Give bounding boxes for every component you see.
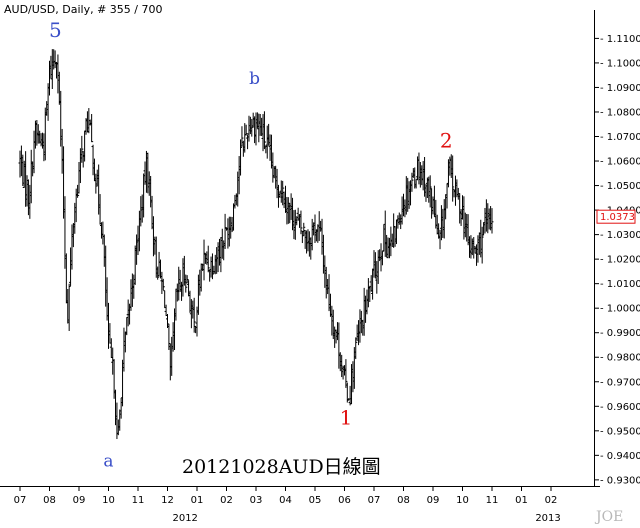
x-tick-label: 09 <box>427 495 440 506</box>
y-axis: - 1.1100 - 1.1000 - 1.0900 - 1.0800 - 1.0700… <box>594 34 640 486</box>
y-tick-label: - 1.0000 <box>600 304 640 315</box>
chart-annotation: 20121028AUD日線圖 <box>182 456 381 478</box>
y-tick-label: - 1.0800 <box>600 107 640 118</box>
chart-canvas: - 1.1100 - 1.1000 - 1.0900 - 1.0800 - 1.0700… <box>0 3 640 525</box>
y-tick-label: - 1.0100 <box>600 279 640 290</box>
x-tick-label: 05 <box>309 495 322 506</box>
x-tick-label: 09 <box>73 495 86 506</box>
period-info: , Daily, # 355 / 700 <box>55 3 162 16</box>
x-tick-label: 02 <box>220 495 233 506</box>
x-tick-label: 08 <box>43 495 56 506</box>
year-label: 2013 <box>535 513 560 524</box>
y-tick-label: - 0.9900 <box>600 328 640 339</box>
y-tick-label: - 1.0200 <box>600 255 640 266</box>
x-tick-label: 12 <box>161 495 174 506</box>
y-tick-label: - 1.0900 <box>600 83 640 94</box>
x-tick-label: 02 <box>545 495 558 506</box>
y-tick-label: - 1.0300 <box>600 230 640 241</box>
last-price-label: 1.0373 <box>600 212 635 223</box>
symbol-label: AUD/USD <box>4 3 55 16</box>
price-bars <box>18 49 494 440</box>
x-tick-label: 06 <box>338 495 351 506</box>
x-tick-label: 11 <box>486 495 499 506</box>
y-tick-label: - 1.1000 <box>600 58 640 69</box>
x-tick-label: 11 <box>132 495 145 506</box>
x-tick-label: 04 <box>279 495 292 506</box>
x-tick-label: 07 <box>368 495 381 506</box>
y-tick-label: - 0.9700 <box>600 377 640 388</box>
wave-label-1: 1 <box>340 406 353 430</box>
wave-label-5: 5 <box>49 18 62 42</box>
chart-header: AUD/USD, Daily, # 355 / 700 <box>4 3 163 16</box>
y-tick-label: - 1.0600 <box>600 157 640 168</box>
year-label: 2012 <box>172 513 197 524</box>
x-tick-label: 10 <box>456 495 469 506</box>
y-tick-label: - 1.0700 <box>600 132 640 143</box>
x-tick-label: 07 <box>14 495 27 506</box>
wave-label-2: 2 <box>440 129 453 153</box>
x-tick-label: 01 <box>515 495 528 506</box>
x-tick-label: 03 <box>250 495 263 506</box>
y-tick-label: - 0.9500 <box>600 426 640 437</box>
last-price-marker: 1.0373 <box>596 209 636 224</box>
y-tick-label: - 0.9400 <box>600 451 640 462</box>
x-tick-label: 08 <box>397 495 410 506</box>
watermark: JOE <box>594 509 623 525</box>
y-tick-label: - 0.9300 <box>600 475 640 486</box>
x-tick-label: 01 <box>191 495 204 506</box>
y-tick-label: - 1.0500 <box>600 181 640 192</box>
y-tick-label: - 1.1100 <box>600 34 640 45</box>
wave-label-a: a <box>103 451 113 471</box>
x-axis: 07 08 09 10 11 12 01 02 03 04 05 06 07 08 09 10 11 01 02 20… <box>14 486 561 524</box>
x-tick-label: 10 <box>102 495 115 506</box>
y-tick-label: - 0.9800 <box>600 353 640 364</box>
y-tick-label: - 0.9600 <box>600 402 640 413</box>
wave-label-b: b <box>249 69 260 89</box>
